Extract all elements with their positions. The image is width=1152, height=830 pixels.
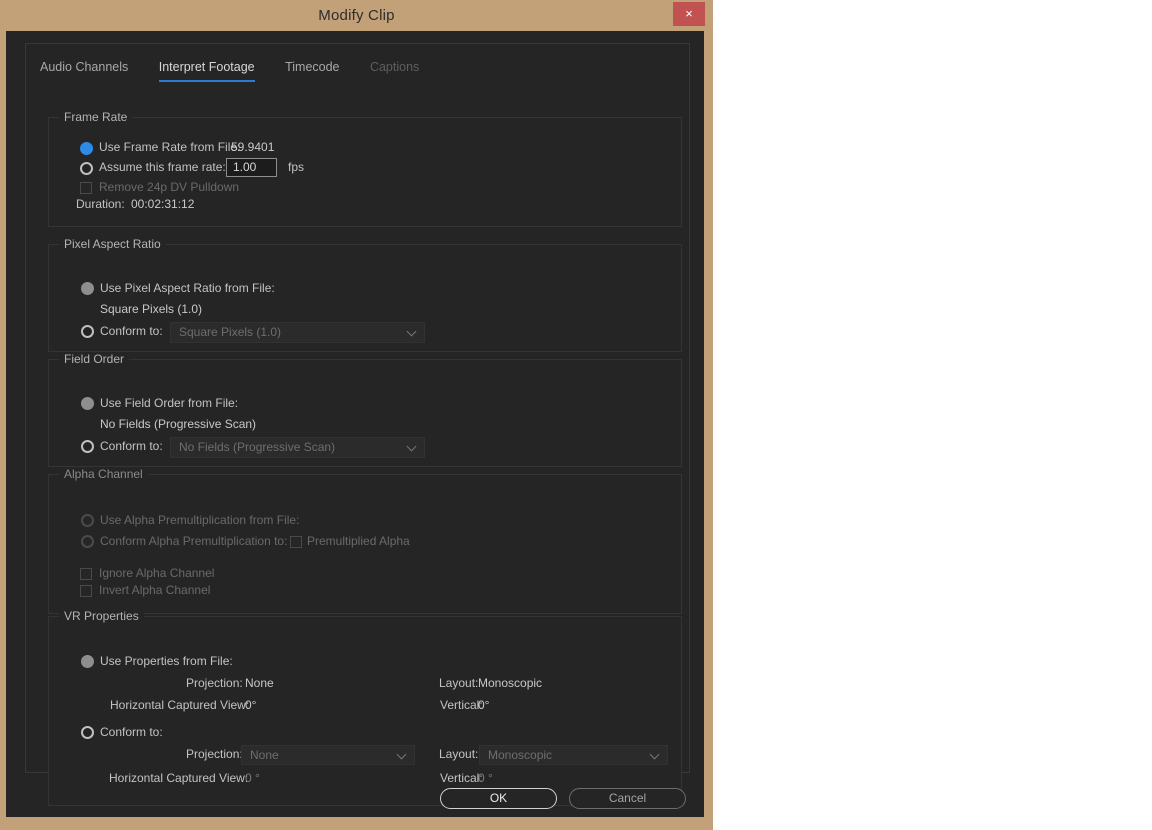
assume-frame-rate-label: Assume this frame rate: — [99, 160, 226, 174]
cancel-button[interactable]: Cancel — [569, 788, 686, 809]
chevron-down-icon — [408, 328, 417, 337]
frame-rate-input[interactable]: 1.00 — [226, 158, 277, 177]
vr-conform-projection-label: Projection: — [186, 747, 243, 761]
vr-file-layout-label: Layout: — [439, 676, 479, 690]
vr-properties-group-title: VR Properties — [59, 609, 144, 623]
vr-file-projection-value: None — [245, 676, 274, 690]
use-alpha-premultiplication-label: Use Alpha Premultiplication from File: — [100, 513, 300, 527]
radio-conform-field-order[interactable] — [81, 440, 94, 453]
use-par-from-file-label: Use Pixel Aspect Ratio from File: — [100, 281, 275, 295]
fps-unit-label: fps — [288, 160, 305, 174]
par-conform-dropdown-value: Square Pixels (1.0) — [179, 325, 282, 339]
tab-bar: Audio Channels Interpret Footage Timecod… — [40, 58, 445, 84]
alpha-channel-group-title: Alpha Channel — [59, 467, 148, 481]
vr-properties-group: VR Properties Use Properties from File: … — [48, 609, 682, 806]
field-order-group-title: Field Order — [59, 352, 130, 366]
vr-projection-dropdown: None — [241, 745, 415, 765]
radio-conform-alpha-premultiplication — [81, 535, 94, 548]
title-bar[interactable]: Modify Clip × — [0, 0, 713, 31]
vr-conform-vertical-value[interactable]: 0 ° — [478, 771, 493, 785]
tab-interpret-footage[interactable]: Interpret Footage — [158, 60, 255, 82]
duration-label: Duration: — [76, 197, 125, 211]
window-title: Modify Clip — [318, 7, 395, 24]
vr-conform-hcv-value[interactable]: 0 ° — [245, 771, 260, 785]
checkbox-premultiplied-alpha — [290, 536, 302, 548]
pixel-aspect-ratio-group: Pixel Aspect Ratio Use Pixel Aspect Rati… — [48, 237, 682, 352]
chevron-down-icon — [651, 751, 660, 760]
vr-file-projection-label: Projection: — [186, 676, 243, 690]
vr-layout-dropdown-value: Monoscopic — [488, 748, 553, 762]
modify-clip-window: Modify Clip × Audio Channels Interpret F… — [0, 0, 713, 830]
vr-file-vertical-value: 0° — [478, 698, 490, 712]
close-icon[interactable]: × — [673, 2, 705, 26]
field-order-group: Field Order Use Field Order from File: N… — [48, 352, 682, 467]
vr-file-hcv-value: 0° — [245, 698, 257, 712]
checkbox-remove-24p-pulldown — [80, 182, 92, 194]
pixel-aspect-ratio-group-title: Pixel Aspect Ratio — [59, 237, 166, 251]
content-panel: Audio Channels Interpret Footage Timecod… — [25, 43, 690, 806]
field-order-from-file-value: No Fields (Progressive Scan) — [100, 417, 257, 431]
alpha-channel-group: Alpha Channel Use Alpha Premultiplicatio… — [48, 467, 682, 614]
field-order-conform-dropdown-value: No Fields (Progressive Scan) — [179, 440, 336, 454]
radio-use-frame-rate-from-file[interactable] — [80, 142, 93, 155]
tab-timecode[interactable]: Timecode — [285, 60, 339, 80]
par-from-file-value: Square Pixels (1.0) — [100, 302, 203, 316]
duration-value: 00:02:31:12 — [131, 197, 195, 211]
tab-captions: Captions — [369, 60, 420, 74]
vr-conform-vertical-label: Vertical: — [440, 771, 483, 785]
checkbox-invert-alpha-channel — [80, 585, 92, 597]
ok-button[interactable]: OK — [440, 788, 557, 809]
dialog-body: Audio Channels Interpret Footage Timecod… — [6, 31, 704, 817]
conform-vr-properties-label: Conform to: — [100, 725, 163, 739]
vr-file-vertical-label: Vertical: — [440, 698, 483, 712]
use-vr-properties-from-file-label: Use Properties from File: — [100, 654, 233, 668]
remove-24p-pulldown-label: Remove 24p DV Pulldown — [99, 180, 240, 194]
premultiplied-alpha-label: Premultiplied Alpha — [307, 534, 410, 548]
tab-audio-channels[interactable]: Audio Channels — [40, 60, 128, 80]
invert-alpha-channel-label: Invert Alpha Channel — [99, 583, 211, 597]
vr-projection-dropdown-value: None — [250, 748, 279, 762]
vr-layout-dropdown: Monoscopic — [479, 745, 668, 765]
use-frame-rate-from-file-label: Use Frame Rate from File: — [99, 140, 241, 154]
conform-alpha-premultiplication-label: Conform Alpha Premultiplication to: — [100, 534, 288, 548]
frame-rate-group: Frame Rate Use Frame Rate from File: 59.… — [48, 110, 682, 227]
checkbox-ignore-alpha-channel — [80, 568, 92, 580]
radio-use-par-from-file[interactable] — [81, 282, 94, 295]
ignore-alpha-channel-label: Ignore Alpha Channel — [99, 566, 215, 580]
frame-rate-group-title: Frame Rate — [59, 110, 133, 124]
chevron-down-icon — [408, 443, 417, 452]
radio-use-vr-properties-from-file[interactable] — [81, 655, 94, 668]
par-conform-dropdown: Square Pixels (1.0) — [170, 322, 425, 343]
vr-conform-hcv-label: Horizontal Captured View: — [109, 771, 249, 785]
conform-par-label: Conform to: — [100, 324, 163, 338]
radio-use-alpha-premultiplication-from-file — [81, 514, 94, 527]
vr-file-layout-value: Monoscopic — [478, 676, 543, 690]
radio-conform-par[interactable] — [81, 325, 94, 338]
radio-use-field-order-from-file[interactable] — [81, 397, 94, 410]
chevron-down-icon — [398, 751, 407, 760]
conform-field-order-label: Conform to: — [100, 439, 163, 453]
vr-file-hcv-label: Horizontal Captured View: — [110, 698, 250, 712]
radio-conform-vr-properties[interactable] — [81, 726, 94, 739]
use-field-order-from-file-label: Use Field Order from File: — [100, 396, 239, 410]
radio-assume-frame-rate[interactable] — [80, 162, 93, 175]
vr-conform-layout-label: Layout: — [439, 747, 479, 761]
frame-rate-from-file-value: 59.9401 — [231, 140, 275, 154]
field-order-conform-dropdown: No Fields (Progressive Scan) — [170, 437, 425, 458]
